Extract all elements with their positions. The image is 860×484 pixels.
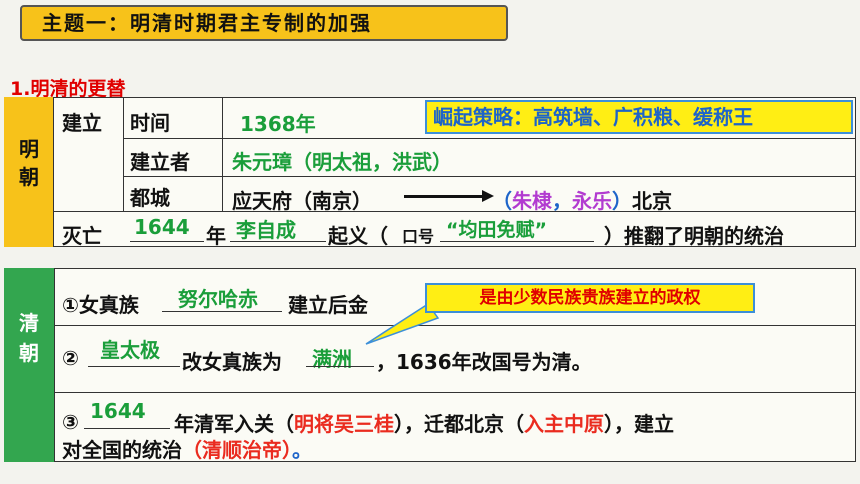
- qing-row2-answer: 皇太极: [100, 338, 160, 362]
- qing-label: 清朝: [4, 308, 54, 368]
- qing-row2-mid: 改女真族为: [182, 350, 282, 374]
- blank-line: [130, 241, 204, 242]
- ming-establish-label: 建立: [62, 111, 102, 135]
- qing-row3-f: （清顺治帝）: [182, 438, 292, 462]
- capital-paren-open: （: [492, 189, 512, 213]
- fall-year: 1644: [134, 215, 190, 239]
- blank-line: [162, 311, 282, 312]
- qing-row3-g: 。: [292, 438, 312, 462]
- qing-row2-prefix: ②: [62, 346, 79, 370]
- fall-year-suffix: 年: [206, 224, 226, 248]
- qing-row3-b: ），迁都北京（: [394, 412, 524, 436]
- capital-label: 都城: [130, 186, 170, 210]
- qing-row3-line1: 年清军入关（明将吴三桂），迁都北京（入主中原），建立: [174, 408, 674, 437]
- qing-label-text: 清朝: [19, 311, 39, 365]
- capital-to: 北京: [632, 189, 672, 213]
- ming-label: 明朝: [4, 135, 54, 191]
- qing-row3-e: 对全国的统治: [62, 438, 182, 462]
- qing-row3-year: 1644: [90, 399, 146, 423]
- fall-slogan: “均田免赋”: [446, 219, 547, 241]
- time-value: 1368年: [240, 112, 316, 136]
- qing-row3-c: 入主中原: [524, 412, 604, 436]
- qing-row2-answer2: 满洲: [312, 347, 352, 371]
- blank-line: [230, 241, 326, 242]
- blank-line: [84, 428, 170, 429]
- ming-label-text: 明朝: [19, 137, 39, 189]
- ming-label-cell: 明朝: [4, 97, 54, 247]
- qing-row1-answer: 努尔哈赤: [178, 287, 258, 311]
- fall-leader: 李自成: [236, 218, 296, 242]
- capital-sep: ，: [552, 189, 572, 213]
- qing-row3-d: ），建立: [604, 412, 674, 436]
- qing-row1-prefix: ①女真族: [62, 293, 139, 317]
- ming-fall-label: 灭亡: [62, 224, 102, 248]
- strategy-box: 崛起策略：高筑墙、广积粮、缓称王: [425, 100, 853, 134]
- qing-row3-general: 明将吴三桂: [294, 412, 394, 436]
- qing-label-cell: 清朝: [4, 268, 54, 462]
- qing-row3-line2: 对全国的统治（清顺治帝）。: [62, 434, 312, 463]
- capital-from: 应天府（南京）: [232, 189, 372, 213]
- blank-line: [440, 241, 594, 242]
- blank-line: [306, 366, 374, 367]
- arrow-icon: [404, 195, 484, 198]
- qing-row2-suffix: ，1636年改国号为清。: [376, 350, 592, 374]
- capital-change: （朱棣，永乐）北京: [492, 185, 672, 214]
- page-title: 主题一：明清时期君主专制的加强: [20, 5, 508, 41]
- callout-box: 是由少数民族贵族建立的政权: [425, 283, 755, 313]
- founder-label: 建立者: [130, 150, 190, 174]
- qing-row3-a: 年清军入关（: [174, 412, 294, 436]
- qing-row3-prefix: ③: [62, 410, 79, 434]
- time-label: 时间: [130, 111, 170, 135]
- founder-value: 朱元璋（明太祖，洪武）: [232, 150, 452, 174]
- fall-mid: 起义（: [328, 224, 388, 248]
- capital-era: 永乐: [572, 189, 612, 213]
- blank-line: [88, 366, 180, 367]
- qing-row1-suffix: 建立后金: [288, 293, 368, 317]
- capital-emperor: 朱棣: [512, 189, 552, 213]
- fall-end: ）推翻了明朝的统治: [604, 224, 784, 248]
- capital-paren-close: ）: [612, 189, 632, 213]
- fall-slogan-label: 口号: [402, 227, 435, 246]
